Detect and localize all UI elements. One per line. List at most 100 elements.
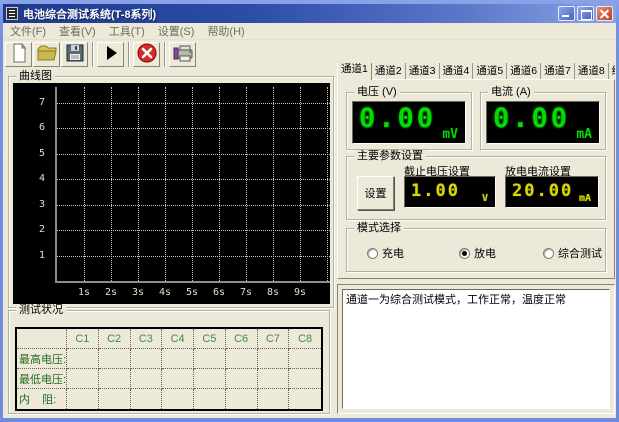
- table-cell: [162, 349, 194, 369]
- cutoff-voltage-display: 1.00 V: [404, 176, 496, 208]
- discharge-current-unit: mA: [579, 193, 591, 204]
- row-header: 最高电压:: [17, 349, 67, 369]
- table-cell: [17, 329, 67, 349]
- toolbar-separator: [128, 42, 130, 67]
- maximize-button[interactable]: [577, 6, 594, 21]
- x-tick-label: 5s: [181, 287, 203, 298]
- close-button[interactable]: [596, 6, 613, 21]
- curve-plot: 76543211s2s3s4s5s6s7s8s9s: [13, 83, 330, 304]
- channel-tabstrip: 通道1通道2通道3通道4通道5通道6通道7通道8绘图通用: [337, 63, 615, 80]
- tab-channel-2[interactable]: 通道2: [372, 63, 406, 80]
- window-title: 电池综合测试系统(T-8系列): [23, 6, 556, 22]
- column-header: C1: [67, 329, 99, 349]
- app-icon: [6, 7, 18, 20]
- table-cell: [258, 389, 290, 409]
- y-tick-label: 5: [17, 148, 45, 159]
- table-cell: [67, 349, 99, 369]
- table-cell: [194, 349, 226, 369]
- open-file-button[interactable]: [33, 42, 60, 67]
- x-gridline: [273, 87, 274, 281]
- voltage-groupbox: 电压 (V) 0.00 mV: [346, 92, 472, 150]
- mode-radio-combined-test[interactable]: 综合测试: [543, 245, 602, 261]
- y-gridline: [57, 230, 330, 231]
- set-params-button[interactable]: 设置: [357, 176, 394, 210]
- current-value: 0.00: [493, 103, 570, 134]
- column-header: C3: [131, 329, 163, 349]
- tab-channel-3[interactable]: 通道3: [406, 63, 440, 80]
- x-gridline: [138, 87, 139, 281]
- y-tick-label: 2: [17, 224, 45, 235]
- toolbar-separator: [92, 42, 94, 67]
- save-button[interactable]: [61, 42, 88, 67]
- voltage-lcd-display: 0.00 mV: [352, 101, 466, 144]
- table-cell: [99, 389, 131, 409]
- test-status-groupbox: 测试状况 C1C2C3C4C5C6C7C8最高电压:最低电压:内 阻:: [8, 310, 330, 414]
- menu-item-file[interactable]: 文件(F): [10, 23, 46, 39]
- y-tick-label: 7: [17, 97, 45, 108]
- x-tick-label: 8s: [262, 287, 284, 298]
- toolbar-separator: [164, 42, 166, 67]
- current-groupbox: 电流 (A) 0.00 mA: [480, 92, 606, 150]
- mode-radio-charge[interactable]: 充电: [367, 245, 404, 261]
- tab-channel-7[interactable]: 通道7: [541, 63, 575, 80]
- mode-group-label: 模式选择: [354, 222, 404, 235]
- new-file-icon: [9, 43, 29, 66]
- radio-label: 放电: [474, 245, 496, 261]
- x-tick-label: 4s: [154, 287, 176, 298]
- x-axis: [55, 281, 330, 283]
- test-status-group-label: 测试状况: [16, 304, 66, 317]
- column-header: C8: [289, 329, 321, 349]
- x-gridline: [192, 87, 193, 281]
- new-file-button[interactable]: [5, 42, 32, 67]
- table-cell: [226, 389, 258, 409]
- radio-icon: [459, 248, 470, 259]
- minimize-button[interactable]: [558, 6, 575, 21]
- start-test-button[interactable]: [97, 42, 124, 67]
- curve-groupbox: 曲线图 76543211s2s3s4s5s6s7s8s9s: [8, 76, 334, 308]
- table-cell: [131, 349, 163, 369]
- discharge-current-value: 20.00: [512, 181, 573, 201]
- x-gridline: [219, 87, 220, 281]
- y-gridline: [57, 256, 330, 257]
- menu-item-settings[interactable]: 设置(S): [158, 23, 195, 39]
- column-header: C6: [226, 329, 258, 349]
- column-header: C2: [99, 329, 131, 349]
- test-status-table: C1C2C3C4C5C6C7C8最高电压:最低电压:内 阻:: [15, 327, 323, 411]
- cutoff-voltage-value: 1.00: [411, 181, 460, 201]
- table-cell: [289, 369, 321, 389]
- x-tick-label: 3s: [127, 287, 149, 298]
- radio-label: 综合测试: [558, 245, 602, 261]
- play-icon: [102, 44, 120, 65]
- save-floppy-icon: [65, 43, 85, 66]
- x-tick-label: 1s: [73, 287, 95, 298]
- table-cell: [258, 349, 290, 369]
- table-cell: [99, 369, 131, 389]
- x-gridline: [246, 87, 247, 281]
- menu-item-help[interactable]: 帮助(H): [207, 23, 244, 39]
- mode-radio-discharge[interactable]: 放电: [459, 245, 496, 261]
- stop-test-button[interactable]: [133, 42, 160, 67]
- curve-group-label: 曲线图: [16, 70, 55, 83]
- tab-channel-6[interactable]: 通道6: [507, 63, 541, 80]
- tab-channel-5[interactable]: 通道5: [473, 63, 507, 80]
- menu-item-view[interactable]: 查看(V): [59, 23, 96, 39]
- column-header: C4: [162, 329, 194, 349]
- x-tick-label: 2s: [100, 287, 122, 298]
- device-button[interactable]: [169, 42, 196, 67]
- tab-channel-8[interactable]: 通道8: [575, 63, 609, 80]
- status-message-panel: 通道一为综合测试模式，工作正常，温度正常: [337, 284, 615, 414]
- status-message-box[interactable]: 通道一为综合测试模式，工作正常，温度正常: [342, 289, 610, 409]
- tab-channel-1[interactable]: 通道1: [337, 63, 372, 80]
- tab-channel-4[interactable]: 通道4: [440, 63, 474, 80]
- voltage-group-label: 电压 (V): [354, 86, 400, 99]
- table-cell: [289, 389, 321, 409]
- column-header: C7: [258, 329, 290, 349]
- x-tick-label: 6s: [208, 287, 230, 298]
- tab-plot[interactable]: 绘图: [609, 63, 615, 80]
- discharge-current-display: 20.00 mA: [505, 176, 599, 208]
- table-cell: [67, 369, 99, 389]
- table-cell: [162, 389, 194, 409]
- menu-item-tools[interactable]: 工具(T): [109, 23, 145, 39]
- x-gridline: [300, 87, 301, 281]
- y-tick-label: 4: [17, 173, 45, 184]
